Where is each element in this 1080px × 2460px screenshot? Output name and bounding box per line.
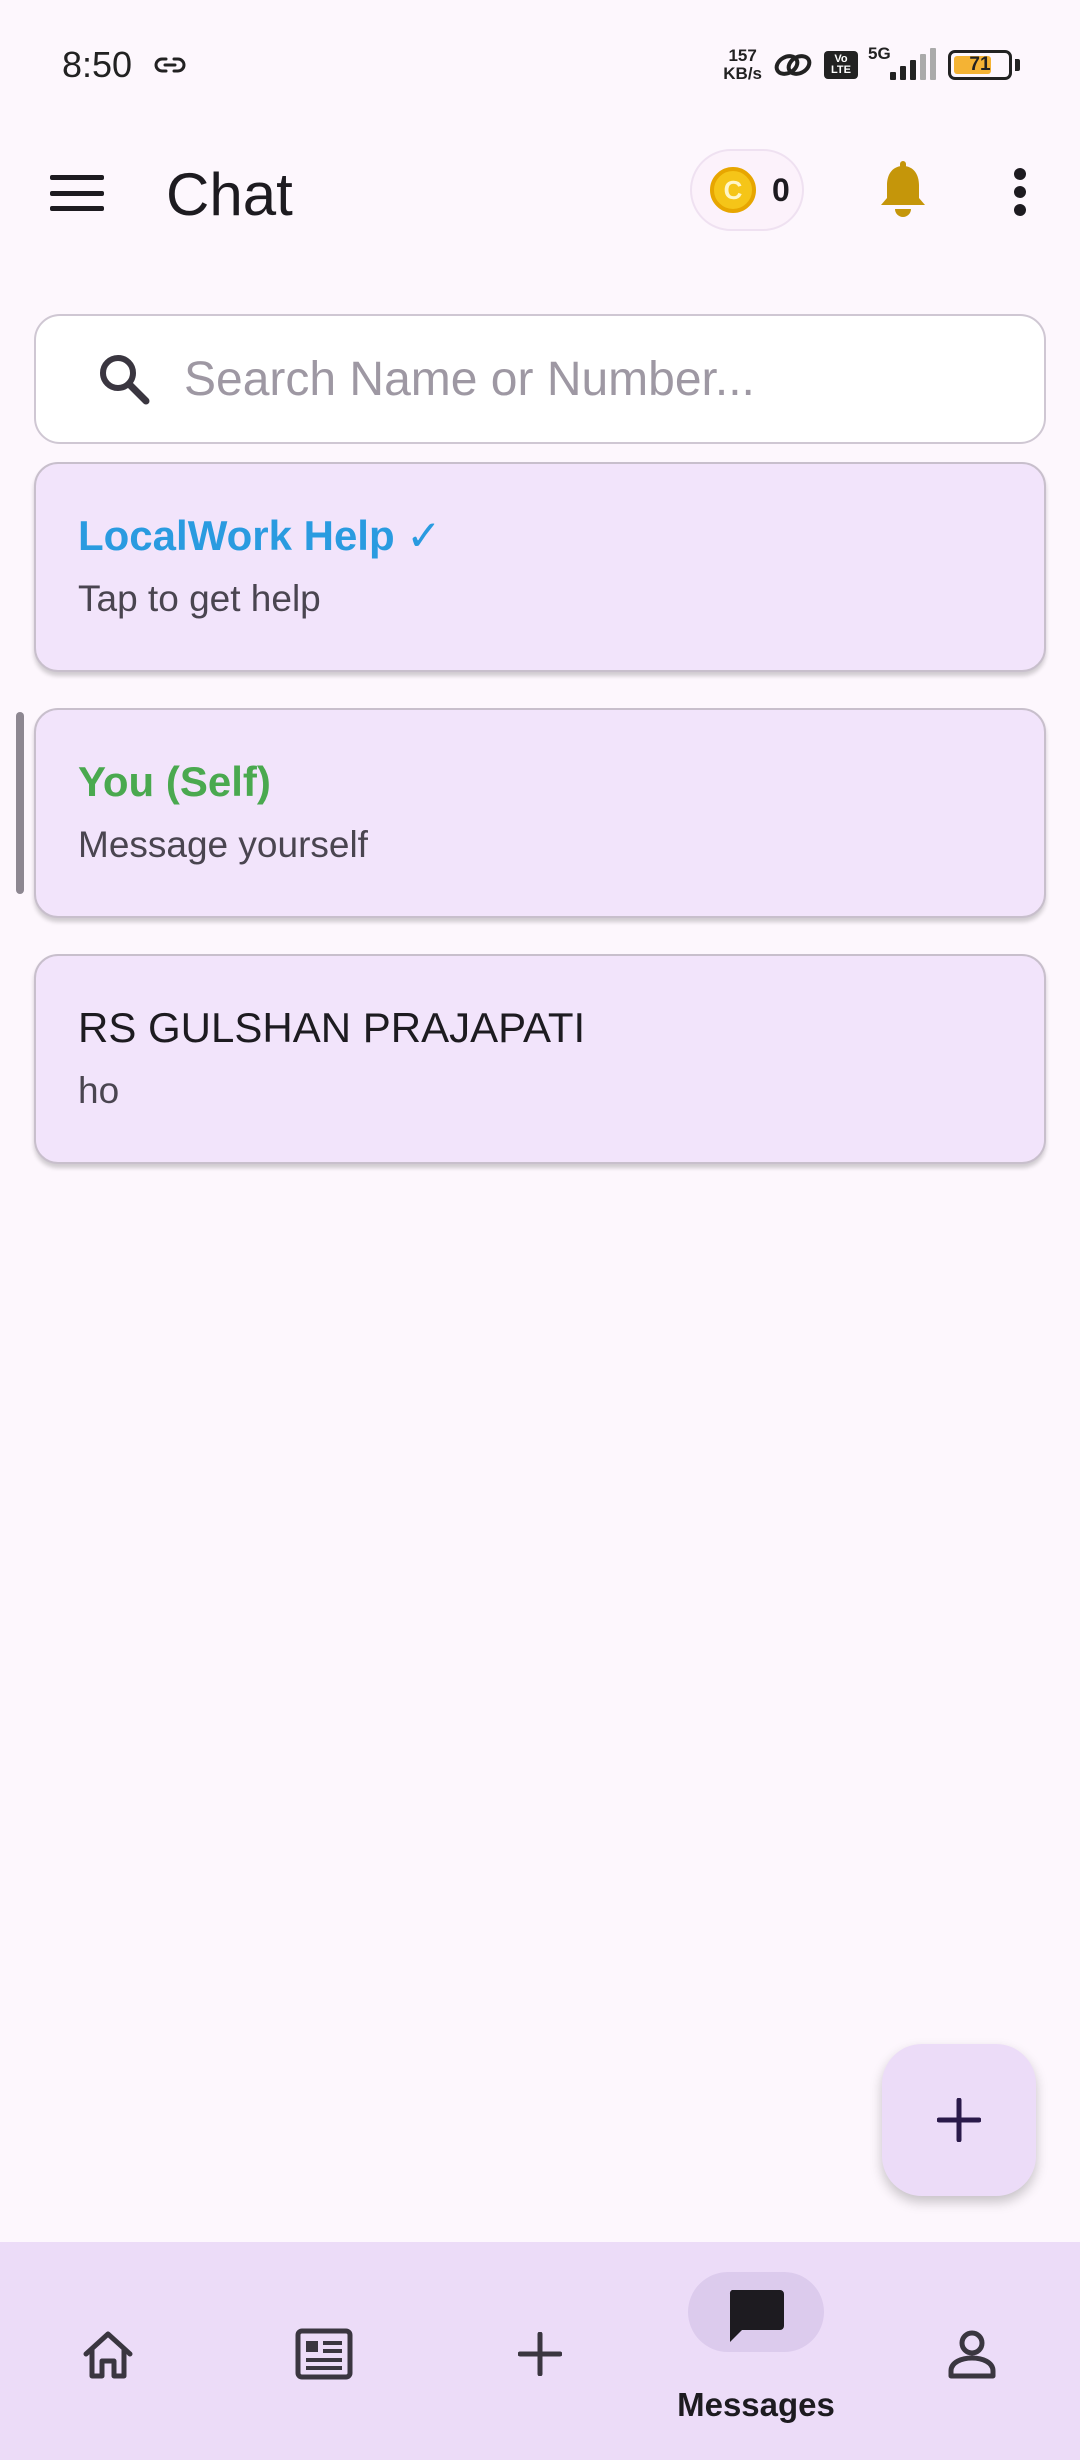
battery-level: 71 [969,54,991,75]
chat-item-self[interactable]: You (Self) Message yourself [34,708,1046,918]
status-bar: 8:50 157 KB/s Vo LTE 5G 71 [0,0,1080,130]
network-speed-value: 157 [728,46,757,65]
battery-tip [1015,59,1020,71]
coin-count: 0 [772,171,790,208]
nav-messages[interactable]: Messages [648,2242,864,2460]
chat-name: You (Self) [78,758,271,805]
chat-subtitle: ho [78,1070,120,1111]
bell-icon[interactable] [876,160,930,220]
search-input[interactable] [184,351,1004,407]
person-icon [948,2330,996,2379]
battery-icon: 71 [948,50,1012,80]
chat-icon [729,2290,784,2342]
network-speed-unit: KB/s [723,64,762,83]
chat-subtitle: Tap to get help [78,578,321,619]
hotspot-link-icon [774,54,812,76]
menu-icon[interactable] [50,170,104,216]
chat-screen: 8:50 157 KB/s Vo LTE 5G 71 Chat C 0 Sear… [0,0,1080,2460]
status-icons: 157 KB/s Vo LTE 5G 71 [723,40,1020,90]
chat-name: RS GULSHAN PRAJAPATI [78,1004,586,1051]
article-icon [295,2328,353,2380]
bottom-navigation: Messages [0,2242,1080,2460]
volte-bottom: LTE [831,64,851,76]
nav-label-messages: Messages [677,2386,835,2423]
network-type: 5G [868,44,891,63]
home-icon [83,2331,133,2379]
chat-list: LocalWork Help ✓ Tap to get help You (Se… [34,462,1046,1200]
plus-icon [937,2098,981,2142]
search-box[interactable] [34,314,1046,444]
chat-item-rs-gulshan-prajapati[interactable]: RS GULSHAN PRAJAPATI ho [34,954,1046,1164]
nav-add[interactable] [432,2242,648,2460]
coin-icon: C [710,167,756,213]
scrollbar[interactable] [16,712,24,894]
link-icon [154,57,186,73]
network-speed: 157 KB/s [723,47,762,83]
chat-subtitle: Message yourself [78,824,368,865]
status-time: 8:50 [62,44,133,85]
volte-icon: Vo LTE [824,51,858,79]
chat-item-localwork-help[interactable]: LocalWork Help ✓ Tap to get help [34,462,1046,672]
search-icon [100,355,150,405]
more-vert-icon[interactable] [1002,164,1038,220]
nav-feed[interactable] [216,2242,432,2460]
chat-name: LocalWork Help ✓ [78,512,442,559]
coin-balance-button[interactable]: C 0 [690,149,804,231]
page-title: Chat [166,161,293,228]
signal-icon: 5G [868,44,938,82]
app-bar: Chat C 0 [0,130,1080,260]
nav-profile[interactable] [864,2242,1080,2460]
new-chat-fab[interactable] [882,2044,1036,2196]
nav-home[interactable] [0,2242,216,2460]
plus-icon [518,2332,562,2376]
